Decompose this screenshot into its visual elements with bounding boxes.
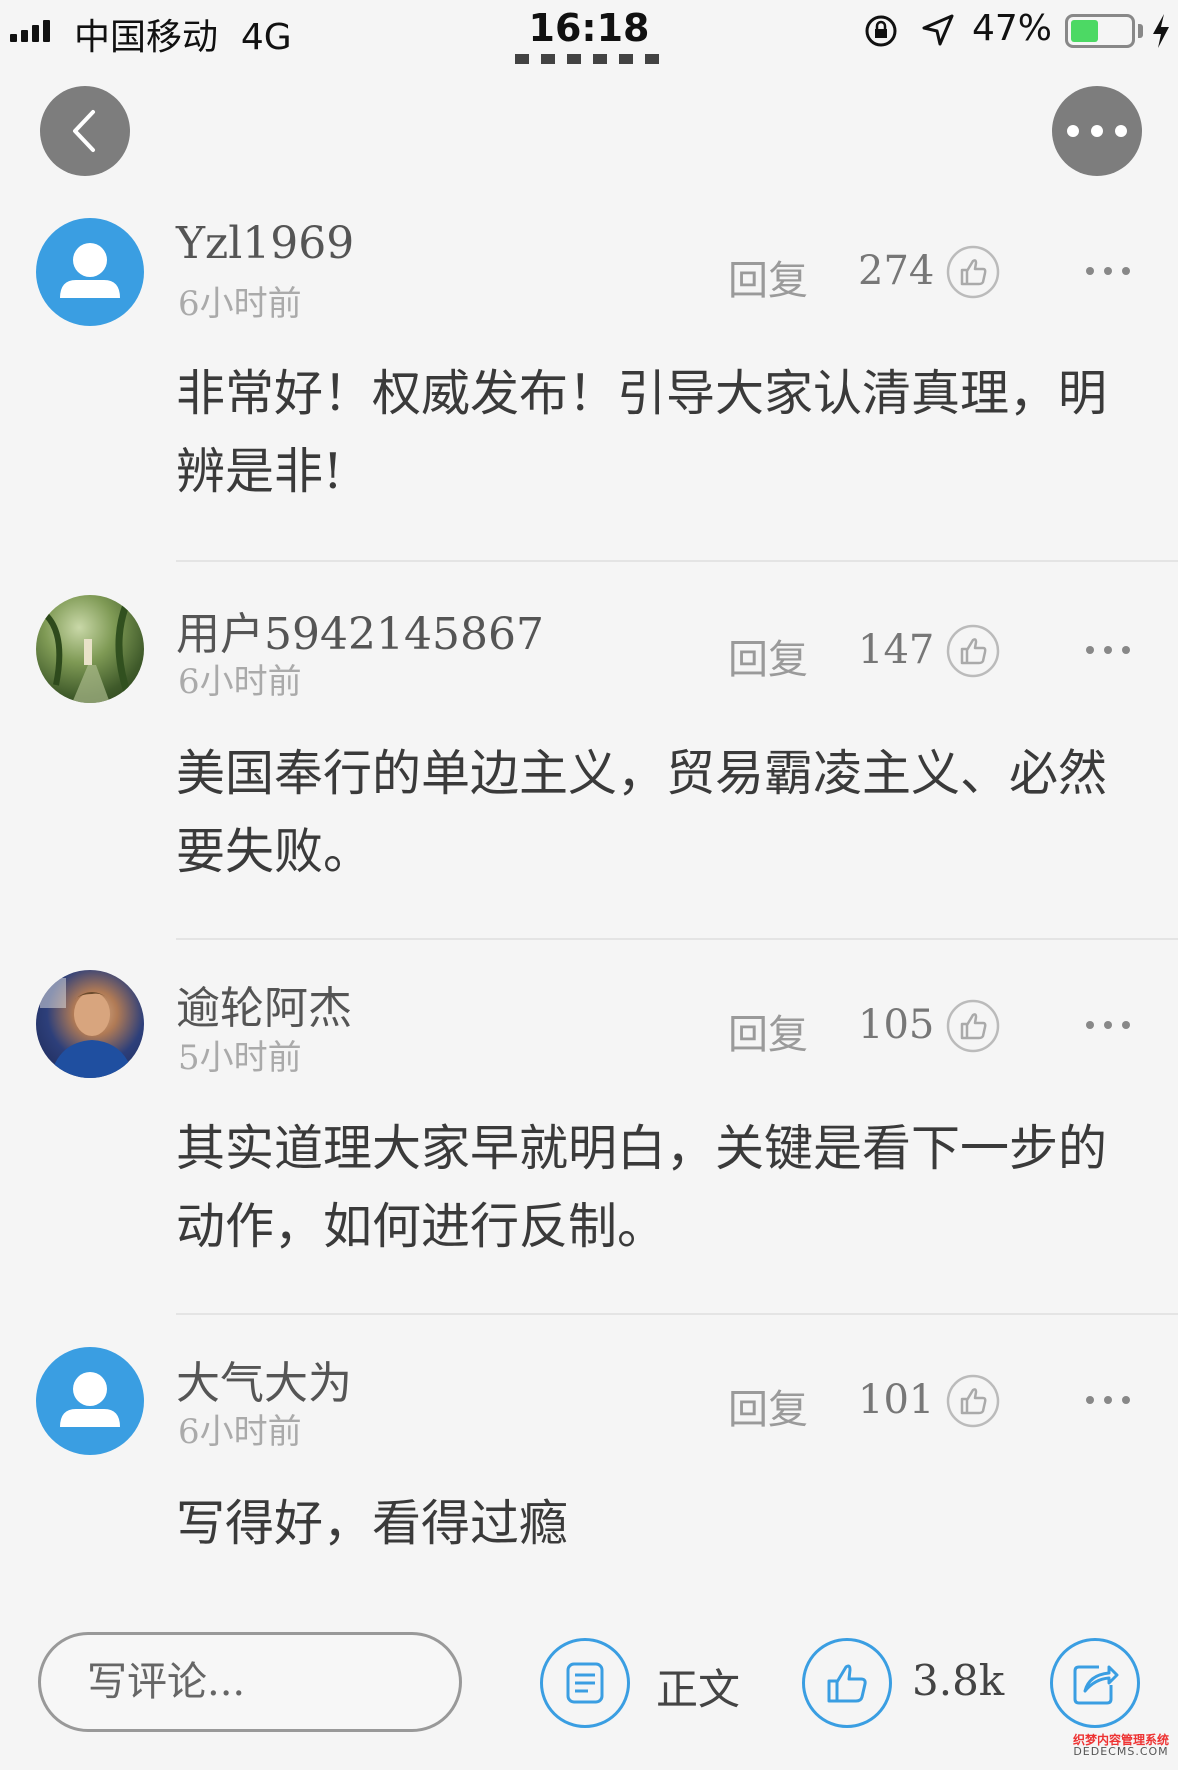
comment-content: 写得好，看得过瘾 [176,1495,569,1552]
battery-icon [1065,14,1135,48]
thumbs-up-icon[interactable] [945,623,1001,679]
comment-like-count: 101 [858,1377,935,1423]
default-user-avatar-icon [60,1372,120,1427]
avatar[interactable] [36,970,144,1078]
thumbs-up-icon [827,1664,867,1703]
comment-username[interactable]: 用户5942145867 [176,598,544,662]
charging-icon [1153,14,1169,48]
comment-content: 美国奉行的单边主义，贸易霸凌主义、必然要失败。 [176,745,1108,880]
back-button[interactable] [40,86,130,176]
comment-like-count: 274 [858,248,935,294]
avatar[interactable] [36,595,144,703]
share-button[interactable] [1050,1638,1140,1728]
total-likes: 3.8k [912,1656,1005,1705]
default-user-avatar-icon [60,243,120,298]
thumbs-up-icon[interactable] [945,1373,1001,1429]
comment-username[interactable]: 逾轮阿杰 [176,972,352,1036]
article-button[interactable] [540,1638,630,1728]
comment-like-count: 105 [858,1002,935,1048]
rotation-lock-icon [865,15,897,47]
comment-username[interactable]: Yzl1969 [176,218,354,269]
reply-button[interactable]: 回复 [728,248,808,306]
reply-button[interactable]: 回复 [728,1377,808,1435]
chevron-left-icon [73,110,95,152]
comment-time: 6小时前 [178,662,302,702]
divider [176,1313,1178,1315]
comment-input[interactable]: 写评论... [38,1632,462,1732]
avatar[interactable] [36,1347,144,1455]
like-article-button[interactable] [802,1638,892,1728]
more-button[interactable] [1052,86,1142,176]
comment-content: 其实道理大家早就明白，关键是看下一步的动作，如何进行反制。 [176,1120,1108,1255]
comment-like-count: 147 [858,627,935,673]
comment-time: 6小时前 [178,1412,302,1452]
comment-username[interactable]: 大气大为 [176,1347,352,1411]
watermark-line2: DEDECMS.COM [1073,1745,1169,1758]
reply-button[interactable]: 回复 [728,1002,808,1060]
thumbs-up-icon[interactable] [945,244,1001,300]
article-icon [566,1662,604,1704]
watermark: 织梦内容管理系统 DEDECMS.COM [1068,1734,1174,1757]
football-player-photo-avatar-icon [40,978,134,1078]
comment-more-icon[interactable] [1083,1018,1133,1032]
divider [176,938,1178,940]
avatar[interactable] [36,218,144,326]
comment-more-icon[interactable] [1083,643,1133,657]
thumbs-up-icon[interactable] [945,998,1001,1054]
reply-button[interactable]: 回复 [728,627,808,685]
comment-more-icon[interactable] [1083,1393,1133,1407]
divider [176,560,1178,562]
article-label[interactable]: 正文 [656,1656,740,1717]
more-dots-icon [1067,125,1127,137]
comment-time: 5小时前 [178,1038,302,1078]
share-icon [1073,1665,1119,1705]
battery-percent: 47% [972,8,1053,49]
forest-photo-avatar-icon [43,603,132,703]
comment-more-icon[interactable] [1083,264,1133,278]
status-bar: 中国移动 4G 16:18 47% [0,0,1178,64]
page-title-peek [515,54,665,64]
comment-time: 6小时前 [178,284,302,324]
location-icon [922,14,954,46]
comment-content: 非常好！权威发布！引导大家认清真理，明辨是非! [176,365,1108,500]
